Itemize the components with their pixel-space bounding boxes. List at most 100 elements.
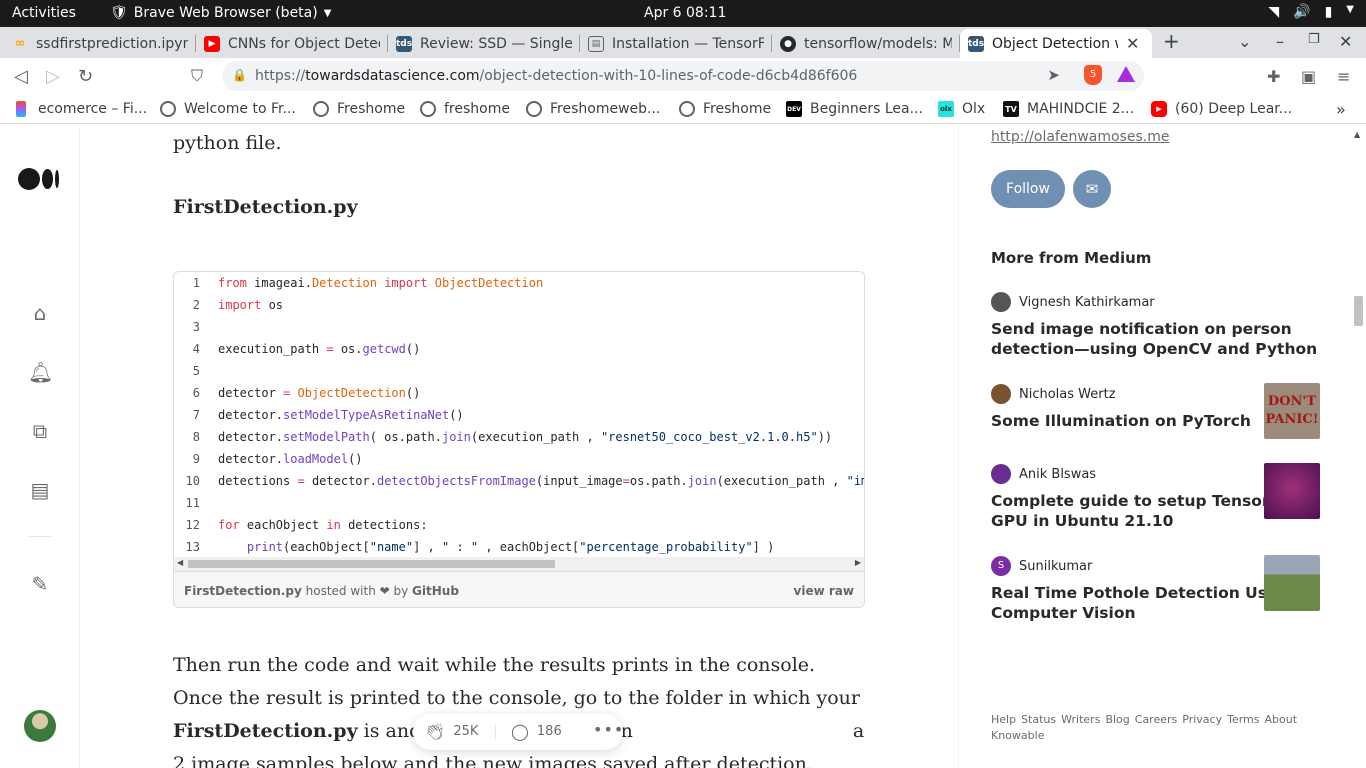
url-scheme: https:// <box>255 68 306 84</box>
author-avatar: S <box>991 556 1011 576</box>
page-scrollbar[interactable]: ▲ <box>1350 128 1366 768</box>
tab[interactable]: ▶ CNNs for Object Detec <box>196 29 388 58</box>
author-website-link[interactable]: http://olafenwamoses.me <box>991 129 1169 145</box>
gist-code[interactable]: 1 from imageai.Detection import ObjectDet… <box>174 272 864 557</box>
more-from-medium-heading: More from Medium <box>991 249 1152 267</box>
menu-icon[interactable]: ≡ <box>1337 67 1350 86</box>
bookmark-label: MAHINDCIE 2... <box>1027 101 1135 117</box>
story-thumbnail[interactable]: DON'T PANIC! <box>1264 383 1320 439</box>
tab-search-icon[interactable]: ⌄ <box>1238 32 1251 51</box>
scroll-left-icon[interactable]: ◀ <box>177 558 183 567</box>
scroll-right-icon[interactable]: ▶ <box>855 558 861 567</box>
footer-link-blog[interactable]: Blog <box>1105 713 1129 726</box>
more-options-icon[interactable]: ••• <box>593 720 624 739</box>
maximize-icon[interactable]: ❐ <box>1308 32 1320 47</box>
medium-logo[interactable] <box>18 168 59 190</box>
recommended-story[interactable]: Anik Blswas Complete guide to setup Tens… <box>991 463 1321 531</box>
globe-icon <box>526 101 542 117</box>
write-icon[interactable]: ✎ <box>28 572 52 596</box>
brave-app-icon: 🛡 <box>110 5 128 21</box>
avatar[interactable] <box>24 710 56 742</box>
url-host: towardsdatascience.com <box>305 68 480 84</box>
clap-button[interactable]: 👏︎ 25K <box>425 722 478 741</box>
clock[interactable]: Apr 6 08:11 <box>644 5 726 21</box>
brave-rewards-icon[interactable] <box>1117 66 1135 82</box>
address-bar[interactable]: 🔒 https://towardsdatascience.com/object-… <box>222 61 1144 91</box>
gist-hosted-text: hosted with ❤ by <box>301 584 413 598</box>
follow-button[interactable]: Follow <box>991 170 1065 208</box>
bookmark-item[interactable]: ▶ (60) Deep Lear... <box>1151 99 1292 119</box>
scroll-up-icon[interactable]: ▲ <box>1354 130 1360 139</box>
activities-button[interactable]: Activities <box>12 5 76 21</box>
bookmark-item[interactable]: ecomerce – Fi... <box>16 99 147 119</box>
tab[interactable]: ∞ ssdfirstprediction.ipyn <box>4 29 196 58</box>
bookmark-item[interactable]: Freshome <box>313 99 405 119</box>
bookmark-item[interactable]: Welcome to Fr... <box>160 99 296 119</box>
home-icon[interactable]: ⌂ <box>28 301 52 325</box>
tab-active[interactable]: tds Object Detection w ✕ <box>960 29 1152 58</box>
url-text[interactable]: https://towardsdatascience.com/object-de… <box>255 68 857 84</box>
forward-icon[interactable]: ▷ <box>46 66 60 87</box>
tab-title: CNNs for Object Detec <box>228 35 380 52</box>
app-name-label: Brave Web Browser (beta) <box>133 5 318 21</box>
footer-link-privacy[interactable]: Privacy <box>1182 713 1222 726</box>
new-tab-button[interactable]: + <box>1163 29 1180 53</box>
globe-icon <box>679 101 695 117</box>
recommended-story[interactable]: Vignesh Kathirkamar Send image notificat… <box>991 291 1321 359</box>
tab[interactable]: ▤ Installation — TensorF <box>580 29 772 58</box>
code-line: 13 print(eachObject["name"] , " : " , ea… <box>174 536 864 557</box>
subscribe-mail-icon[interactable]: ✉ <box>1073 170 1111 208</box>
story-thumbnail[interactable] <box>1264 463 1320 519</box>
more-bookmarks-icon[interactable]: » <box>1336 99 1346 119</box>
app-menu[interactable]: 🛡 Brave Web Browser (beta) ▼ <box>110 5 331 21</box>
recommended-story[interactable]: Nicholas Wertz Some Illumination on PyTo… <box>991 383 1321 439</box>
bookmark-icon[interactable]: ⛉ <box>191 66 203 86</box>
footer-link-terms[interactable]: Terms <box>1227 713 1259 726</box>
author-avatar <box>991 464 1011 484</box>
bookmark-item[interactable]: TV MAHINDCIE 2... <box>1003 99 1134 119</box>
github-link[interactable]: GitHub <box>412 584 459 598</box>
horizontal-scrollbar[interactable]: ◀ ▶ <box>174 557 864 571</box>
wallet-icon[interactable]: ▣ <box>1301 67 1316 86</box>
logo-ellipse <box>42 169 53 189</box>
responses-button[interactable]: ◯ 186 <box>511 722 562 741</box>
story-title[interactable]: Send image notification on person detect… <box>991 319 1321 359</box>
extensions-icon[interactable]: ✚ <box>1267 67 1280 86</box>
chevron-down-icon: ▼ <box>1346 4 1354 15</box>
view-raw-link[interactable]: view raw <box>794 584 854 598</box>
reload-icon[interactable]: ↻ <box>78 66 93 87</box>
bookmark-item[interactable]: olx Olx <box>938 99 985 119</box>
share-icon[interactable]: ➤ <box>1047 66 1060 84</box>
stories-icon[interactable]: ▤ <box>28 478 52 502</box>
story-author[interactable]: Vignesh Kathirkamar <box>991 291 1321 313</box>
minimize-icon[interactable]: – <box>1276 32 1284 51</box>
bookmark-item[interactable]: Freshomeweb... <box>526 99 660 119</box>
gist-filename-link[interactable]: FirstDetection.py <box>184 584 302 598</box>
bookmark-item[interactable]: DEV Beginners Lea... <box>786 99 923 119</box>
recommended-story[interactable]: S Sunilkumar Real Time Pothole Detection … <box>991 555 1321 623</box>
close-tab-icon[interactable]: ✕ <box>1126 34 1139 53</box>
paragraph-text: Then run the code and wait while the res… <box>173 654 860 709</box>
lists-icon[interactable]: ⧉ <box>28 419 52 443</box>
footer-link-about[interactable]: About <box>1265 713 1298 726</box>
scrollbar-thumb[interactable] <box>1354 296 1363 326</box>
brave-shields-icon[interactable]: 5 <box>1084 65 1102 85</box>
footer-link-knowable[interactable]: Knowable <box>991 729 1044 742</box>
footer-link-careers[interactable]: Careers <box>1135 713 1178 726</box>
bookmark-item[interactable]: freshome <box>420 99 510 119</box>
system-tray[interactable]: ◥ 🔊 ▮ ▼ <box>1268 4 1354 20</box>
notifications-icon[interactable]: 🔔︎ <box>28 360 53 384</box>
code-line: 8 detector.setModelPath( os.path.join(exe… <box>174 426 864 448</box>
story-thumbnail[interactable] <box>1264 555 1320 611</box>
footer-link-writers[interactable]: Writers <box>1061 713 1100 726</box>
back-icon[interactable]: ◁ <box>14 66 28 87</box>
wifi-icon: ◥ <box>1268 4 1280 20</box>
code-line: 3 <box>174 316 864 338</box>
scrollbar-thumb[interactable] <box>188 560 555 568</box>
footer-link-help[interactable]: Help <box>991 713 1016 726</box>
tab[interactable]: tds Review: SSD — Single S <box>388 29 580 58</box>
close-window-icon[interactable]: ✕ <box>1339 32 1352 51</box>
tab[interactable]: ● tensorflow/models: M <box>772 29 960 58</box>
bookmark-item[interactable]: Freshome <box>679 99 771 119</box>
footer-link-status[interactable]: Status <box>1021 713 1056 726</box>
